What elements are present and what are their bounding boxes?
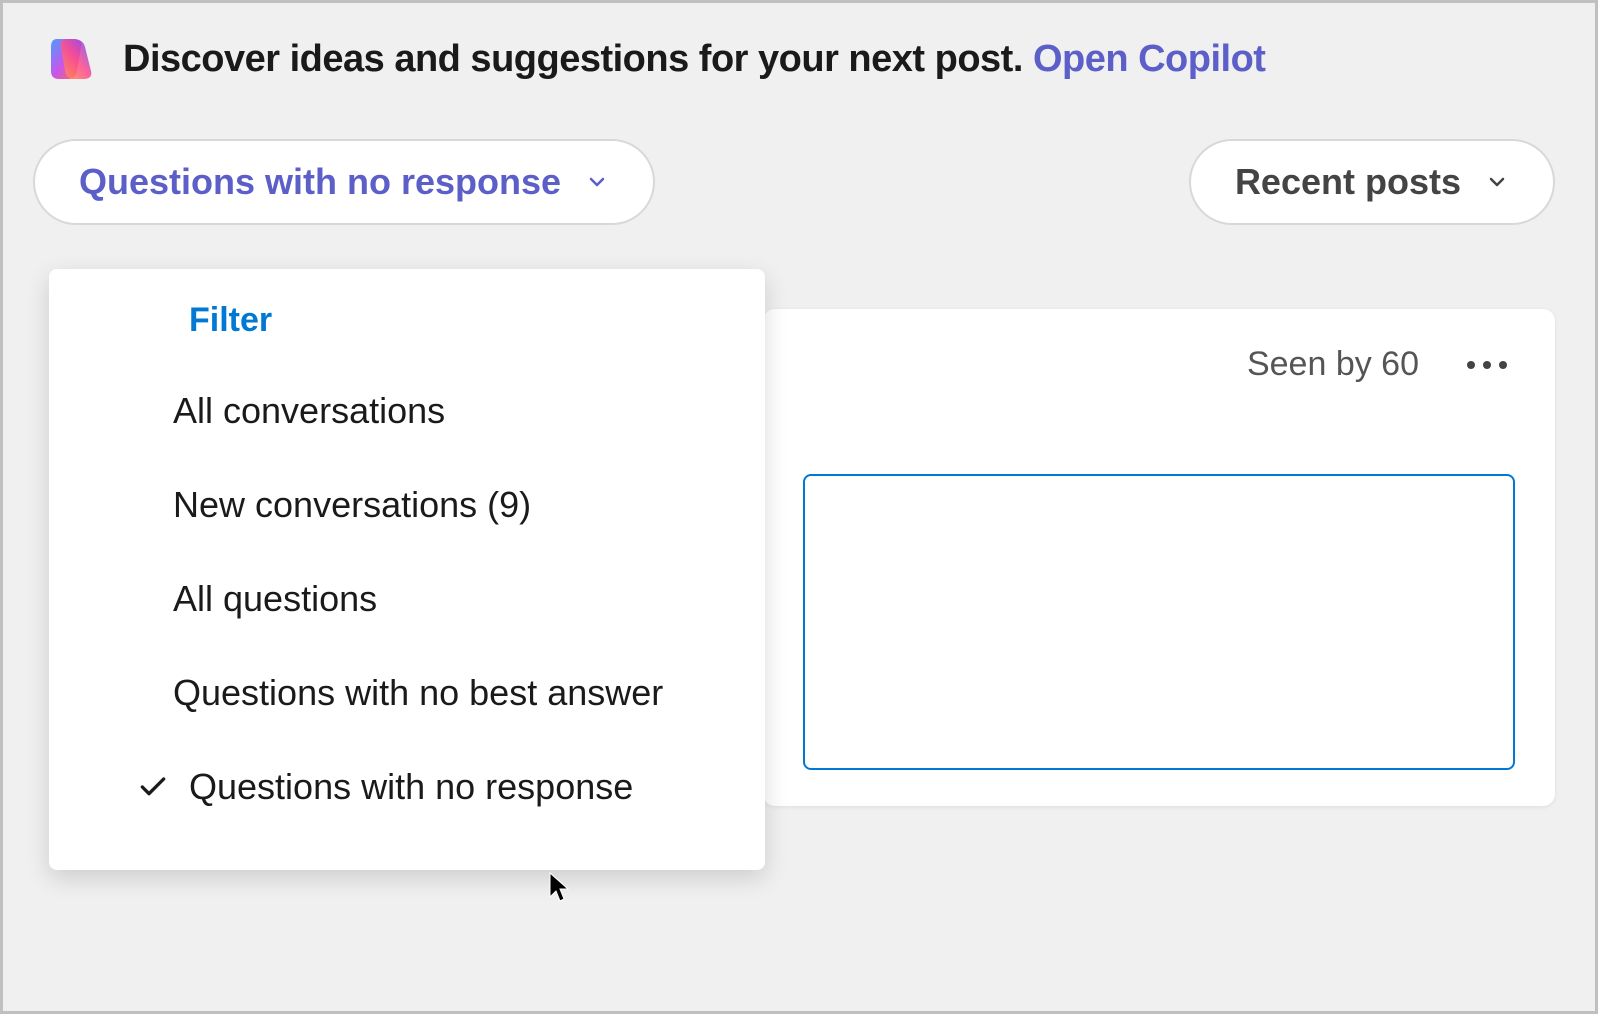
chevron-down-icon (1485, 170, 1509, 194)
filter-option-all-conversations[interactable]: All conversations (49, 364, 765, 458)
filter-dropdown-button[interactable]: Questions with no response (33, 139, 655, 225)
open-copilot-link[interactable]: Open Copilot (1033, 38, 1266, 80)
dot-icon (1499, 361, 1507, 369)
dropdown-header: Filter (49, 293, 765, 364)
sort-selected-label: Recent posts (1235, 161, 1461, 203)
banner-message: Discover ideas and suggestions for your … (123, 38, 1033, 80)
filter-option-label: All questions (173, 578, 377, 620)
sort-dropdown-button[interactable]: Recent posts (1189, 139, 1555, 225)
post-content-area[interactable] (803, 474, 1515, 770)
post-card: Seen by 60 (763, 309, 1555, 806)
filter-selected-label: Questions with no response (79, 161, 561, 203)
banner-text: Discover ideas and suggestions for your … (123, 38, 1265, 81)
copilot-banner: Discover ideas and suggestions for your … (3, 3, 1595, 107)
check-icon (137, 771, 169, 803)
dot-icon (1467, 361, 1475, 369)
cursor-icon (548, 871, 572, 908)
dot-icon (1483, 361, 1491, 369)
post-header: Seen by 60 (803, 345, 1515, 384)
filter-option-label: Questions with no best answer (173, 672, 663, 714)
filter-option-label: New conversations (9) (173, 484, 531, 526)
filter-option-no-response[interactable]: Questions with no response (49, 740, 765, 834)
seen-by-label: Seen by 60 (1247, 345, 1419, 384)
filter-option-label: Questions with no response (189, 766, 633, 808)
copilot-icon (43, 31, 99, 87)
chevron-down-icon (585, 170, 609, 194)
filter-row: Questions with no response Recent posts (3, 107, 1595, 225)
filter-option-all-questions[interactable]: All questions (49, 552, 765, 646)
filter-option-no-best-answer[interactable]: Questions with no best answer (49, 646, 765, 740)
filter-option-label: All conversations (173, 390, 445, 432)
filter-option-new-conversations[interactable]: New conversations (9) (49, 458, 765, 552)
more-options-button[interactable] (1459, 353, 1515, 377)
filter-dropdown-menu: Filter All conversations New conversatio… (49, 269, 765, 870)
